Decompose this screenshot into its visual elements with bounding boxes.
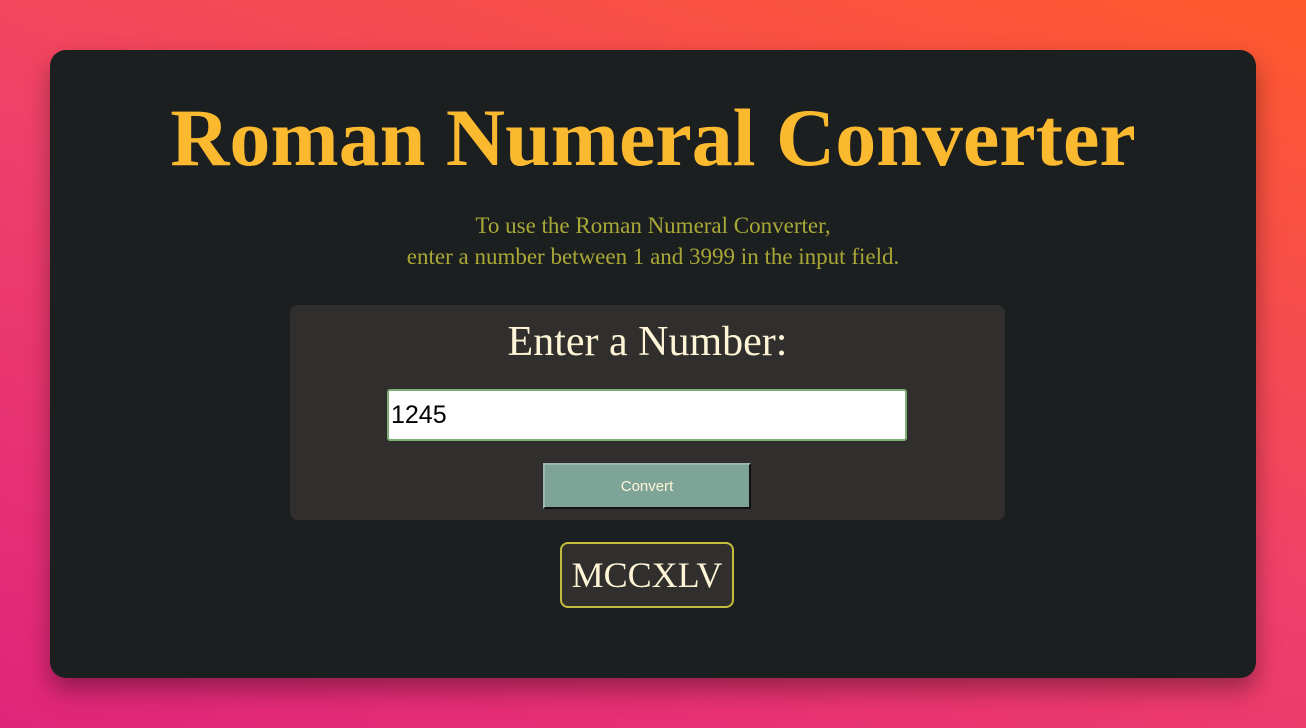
instructions: To use the Roman Numeral Converter, ente… bbox=[50, 210, 1256, 272]
input-form: Enter a Number: Convert bbox=[290, 305, 1005, 520]
instructions-line-1: To use the Roman Numeral Converter, bbox=[475, 213, 831, 238]
result-output: MCCXLV bbox=[560, 542, 734, 608]
number-input-label: Enter a Number: bbox=[507, 319, 788, 365]
convert-button[interactable]: Convert bbox=[543, 463, 751, 509]
converter-card: Roman Numeral Converter To use the Roman… bbox=[50, 50, 1256, 678]
number-input[interactable] bbox=[387, 389, 907, 441]
instructions-line-2: enter a number between 1 and 3999 in the… bbox=[406, 244, 900, 269]
page-title: Roman Numeral Converter bbox=[170, 92, 1136, 183]
